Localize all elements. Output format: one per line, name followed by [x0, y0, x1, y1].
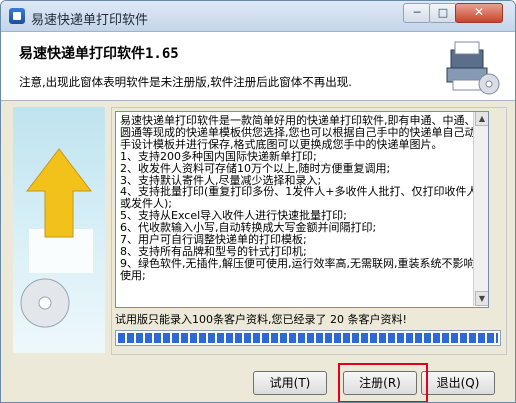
- window-title: 易速快递单打印软件: [31, 13, 149, 28]
- content-panel: 易速快递单打印软件是一款简单好用的快递单打印软件,即有申通、中通、圆通等现成的快…: [111, 107, 507, 355]
- exit-button[interactable]: 退出(Q): [421, 371, 495, 395]
- register-highlight-box: [338, 363, 428, 402]
- trial-dialog-window: 易速快递单打印软件 ─ □ ✕ 易速快递单打印软件1.65 注意,出现此窗体表明…: [0, 0, 516, 403]
- header-banner: 易速快递单打印软件1.65 注意,出现此窗体表明软件是未注册版,软件注册后此窗体…: [1, 32, 515, 101]
- usage-progress-bar: [115, 330, 501, 346]
- trial-button[interactable]: 试用(T): [253, 371, 327, 395]
- unregistered-notice: 注意,出现此窗体表明软件是未注册版,软件注册后此窗体不再出现.: [19, 75, 352, 89]
- scroll-down-arrow-icon[interactable]: ▼: [475, 291, 488, 306]
- usage-progress-fill: [118, 333, 498, 343]
- scroll-up-arrow-icon[interactable]: ▲: [475, 112, 488, 126]
- side-illustration: [13, 107, 105, 353]
- info-text: 易速快递单打印软件是一款简单好用的快递单打印软件,即有申通、中通、圆通等现成的快…: [120, 114, 478, 282]
- info-textbox[interactable]: 易速快递单打印软件是一款简单好用的快递单打印软件,即有申通、中通、圆通等现成的快…: [115, 111, 489, 308]
- maximize-button[interactable]: □: [429, 3, 457, 23]
- product-title: 易速快递单打印软件1.65: [19, 46, 179, 62]
- trial-status-text: 试用版只能录入100条客户资料,您已经录了 20 条客户资料!: [115, 313, 407, 326]
- button-bar: 试用(T) 注册(R) 退出(Q): [1, 359, 515, 402]
- title-bar[interactable]: 易速快递单打印软件 ─ □ ✕: [1, 1, 515, 32]
- close-button[interactable]: ✕: [455, 3, 503, 23]
- minimize-button[interactable]: ─: [403, 3, 431, 23]
- printer-icon: [446, 41, 500, 95]
- app-icon: [9, 8, 25, 24]
- vertical-scrollbar[interactable]: ▲ ▼: [473, 112, 488, 306]
